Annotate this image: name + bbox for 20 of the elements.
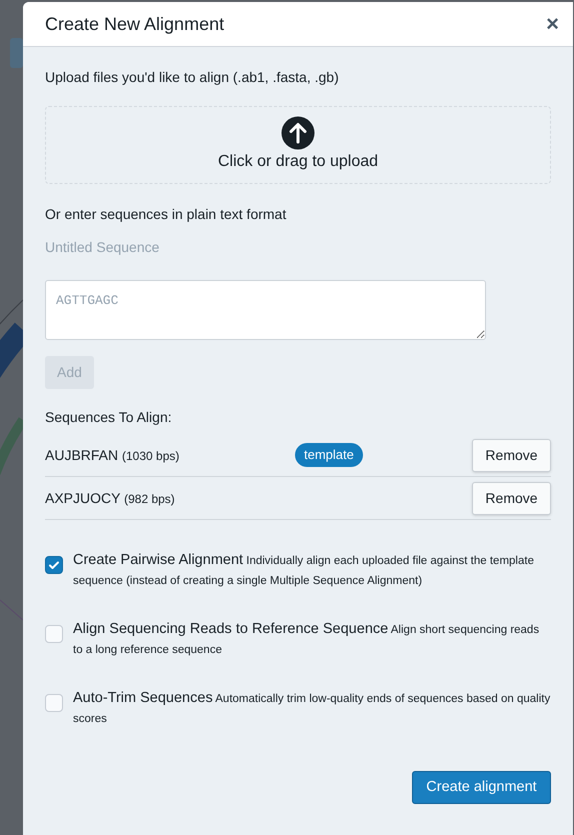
sequence-name: AUJBRFAN (1030 bps) [45,446,180,464]
dialog-title: Create New Alignment [45,12,224,36]
close-button[interactable]: × [546,13,559,35]
remove-button[interactable]: Remove [472,482,551,514]
dropzone-text: Click or drag to upload [218,152,378,172]
option-label: Create Pairwise Alignment Individually align each uploaded file against the template sequence (instead of creating a single Multiple Sequence Alignment) [73,551,535,589]
template-tag: template [295,443,363,467]
checkbox[interactable] [45,556,63,574]
upload-label: Upload files you'd like to align (.ab1, .fasta, .gb) [45,68,340,87]
sequence-text-field[interactable]: AGTTGAGC [45,280,486,340]
upload-dropzone[interactable]: Click or drag to upload [45,106,551,184]
sequences-heading: Sequences To Align: [45,408,173,427]
option-label: Auto-Trim Sequences Automatically trim low-quality ends of sequences based on quality scores [73,689,551,727]
checkmark-icon [48,559,60,571]
sequence-name-field[interactable]: Untitled Sequence [45,237,345,258]
create-alignment-button[interactable]: Create alignment [412,771,551,804]
manual-entry-label: Or enter sequences in plain text format [45,205,288,224]
sequence-name: AXPJUOCY (982 bps) [45,488,176,508]
remove-button[interactable]: Remove [472,438,551,472]
option-label: Align Sequencing Reads to Reference Sequence Align short sequencing reads to a long reference sequence [73,620,540,658]
